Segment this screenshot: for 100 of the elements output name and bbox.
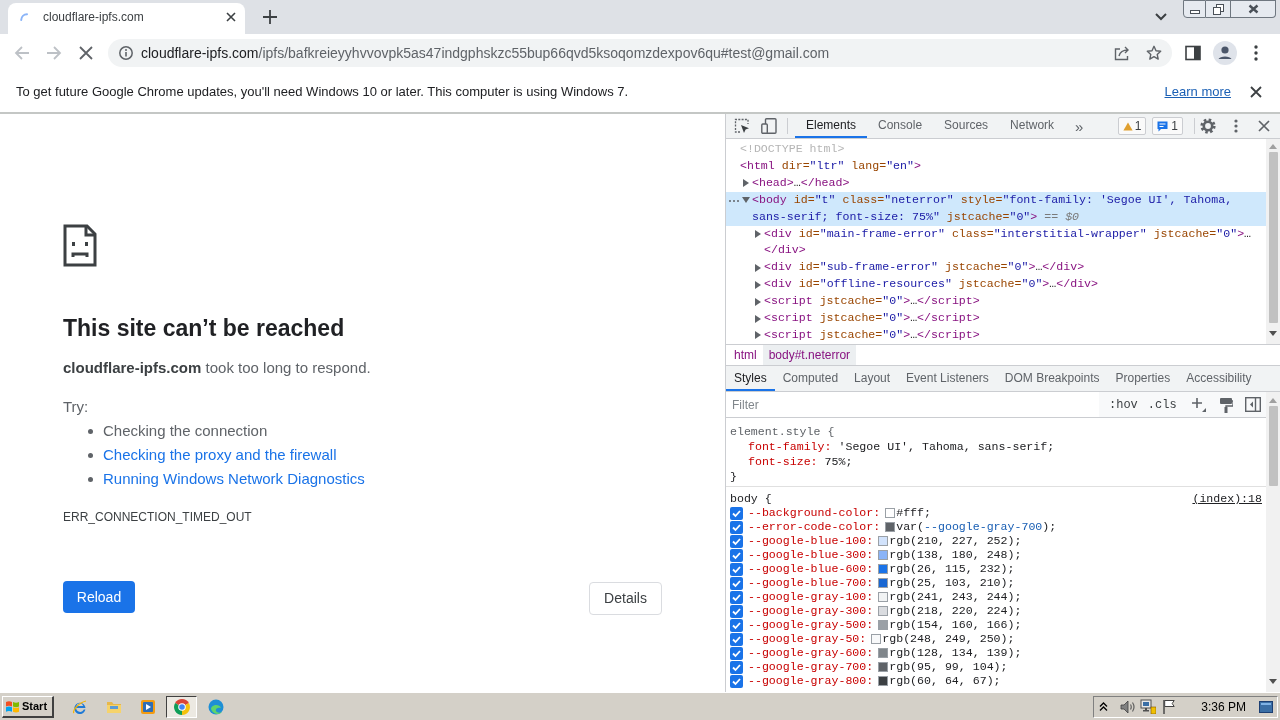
more-icon[interactable] [1234,119,1238,133]
color-swatch-icon[interactable] [878,564,889,574]
devtools-tab[interactable]: Console [867,114,934,138]
details-button[interactable]: Details [589,582,662,615]
checkbox[interactable] [730,576,743,590]
checkbox[interactable] [730,548,743,562]
chevron-down-icon[interactable] [1155,13,1167,21]
start-button[interactable]: Start [2,695,54,718]
dom-tree-row[interactable]: <div id="offline-resources" jstcache="0">…</div> [726,276,1266,294]
suggestion-link[interactable]: Checking the proxy and the firewall [103,443,337,467]
color-swatch-icon[interactable] [878,536,889,546]
panel-tab[interactable]: Accessibility [1178,366,1260,391]
expand-triangle-icon[interactable] [755,263,761,272]
dom-tree-row[interactable]: <script jstcache="0">…</script> [726,293,1266,311]
dom-tree-row[interactable]: <html dir="ltr" lang="en"> [726,157,1266,175]
color-swatch-icon[interactable] [885,522,896,532]
scrollbar-thumb[interactable] [1268,406,1278,486]
color-swatch-icon[interactable] [878,606,889,616]
checkbox[interactable] [730,604,743,618]
warnings-badge[interactable]: 1 [1117,117,1147,135]
panel-tab[interactable]: Properties [1107,366,1179,391]
checkbox[interactable] [730,618,743,632]
checkbox[interactable] [730,660,743,674]
style-toggle-button[interactable]: .cls [1145,395,1179,414]
close-icon[interactable] [226,11,236,22]
suggestion-link[interactable]: Running Windows Network Diagnostics [103,467,365,491]
learn-more-link[interactable]: Learn more [1164,82,1231,102]
sidebar-toggle-icon[interactable] [1244,397,1261,412]
flag-icon[interactable] [1162,699,1177,714]
taskbar-app-button[interactable] [166,695,197,718]
panel-tab[interactable]: Layout [846,366,899,391]
color-swatch-icon[interactable] [885,508,896,518]
network-icon[interactable] [1140,699,1157,714]
devtools-tab[interactable]: Sources [933,114,1000,138]
filter-field[interactable]: Filter [726,392,1099,417]
style-toggle-button[interactable]: :hov [1107,395,1140,414]
dom-tree-row[interactable]: <script jstcache="0">…</script> [726,326,1266,344]
bookmark-star-icon[interactable] [1146,45,1162,61]
browser-tab[interactable]: cloudflare-ipfs.com [8,3,245,34]
checkbox[interactable] [730,506,743,520]
paint-roller-icon[interactable] [1218,396,1233,413]
address-bar[interactable]: cloudflare-ipfs.com/ipfs/bafkreieyyhvvovpk5as47indgphskzc55bup66qvd5ksoqomzdexpov6qu#test@gmail.com [108,39,1172,67]
panel-tab[interactable]: DOM Breakpoints [996,366,1108,391]
chevron-up-icon[interactable] [1099,702,1109,711]
checkbox[interactable] [730,534,743,548]
breadcrumb[interactable]: html [728,345,763,365]
color-swatch-icon[interactable] [878,676,889,686]
checkbox[interactable] [730,646,743,660]
info-icon[interactable] [119,46,133,60]
scroll-down-icon[interactable] [1269,679,1277,684]
close-icon[interactable] [1250,86,1262,98]
dom-tree-row[interactable]: <div id="sub-frame-error" jstcache="0">…</div> [726,259,1266,277]
expand-triangle-icon[interactable] [743,179,749,188]
settings-icon[interactable] [1200,118,1216,134]
share-icon[interactable] [1114,45,1130,61]
device-toolbar-icon[interactable] [761,118,777,134]
color-swatch-icon[interactable] [878,662,889,672]
checkbox[interactable] [730,674,743,688]
devtools-tab[interactable]: Network [999,114,1066,138]
devtools-tab[interactable]: Elements [795,114,868,138]
panel-tab[interactable]: Event Listeners [898,366,997,391]
close-icon[interactable] [1258,120,1270,132]
dom-tree-row[interactable]: <div id="main-frame-error" class="interstitial-wrapper" jstcache="0">… </div> [726,225,1266,260]
inspect-icon[interactable] [734,118,750,134]
messages-badge[interactable]: 1 [1152,117,1183,135]
color-swatch-icon[interactable] [871,634,882,644]
checkbox[interactable] [730,590,743,604]
profile-avatar-icon[interactable] [1213,41,1237,65]
color-swatch-icon[interactable] [878,592,889,602]
checkbox[interactable] [730,632,743,646]
source-link[interactable]: (index):18 [1192,491,1262,506]
scroll-down-icon[interactable] [1269,331,1277,336]
dom-tree-row[interactable]: <head>…</head> [726,174,1266,192]
expand-triangle-icon[interactable] [755,314,761,323]
color-swatch-icon[interactable] [878,620,889,630]
stop-icon[interactable] [79,46,93,60]
restore-button[interactable] [1206,0,1231,18]
speaker-icon[interactable] [1120,699,1137,714]
color-swatch-icon[interactable] [878,550,889,560]
new-tab-icon[interactable] [263,9,277,24]
color-swatch-icon[interactable] [878,578,889,588]
more-tabs-button[interactable]: » [1075,118,1084,134]
breadcrumb[interactable]: body#t.neterror [762,345,857,365]
dom-tree-row[interactable]: <body id="t" class="neterror" style="font-family: 'Segoe UI', Tahoma, sans-serif; font-size: 75%" jstcache="0"> == $0 [726,191,1266,226]
scrollbar-thumb[interactable] [1268,152,1278,323]
expand-triangle-icon[interactable] [755,297,761,306]
show-desktop-icon[interactable] [1259,700,1273,713]
menu-icon[interactable] [1254,45,1258,61]
expand-triangle-icon[interactable] [755,229,761,238]
more-dots-icon[interactable] [729,199,739,202]
panel-tab[interactable]: Computed [774,366,847,391]
reload-button[interactable]: Reload [63,581,135,613]
expand-triangle-icon[interactable] [755,280,761,289]
checkbox[interactable] [730,562,743,576]
collapse-triangle-icon[interactable] [742,197,750,204]
dom-tree-row[interactable]: <script jstcache="0">…</script> [726,310,1266,327]
checkbox[interactable] [730,520,743,534]
expand-triangle-icon[interactable] [755,331,761,340]
close-window-button[interactable] [1231,0,1276,18]
side-panel-icon[interactable] [1185,45,1201,61]
